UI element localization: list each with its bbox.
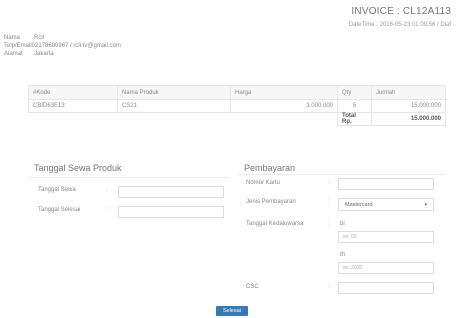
expiry-colon: : (328, 221, 330, 227)
end-date-label: Tanggal Selesai (38, 207, 81, 213)
expiry-year-label: th (340, 252, 346, 258)
card-number-label: Nomor Kartu (246, 180, 281, 186)
invoice-items-table: #Kode Nama Produk Harga Qty Jumlah CBID6… (28, 85, 446, 126)
col-header-harga: Harga (230, 85, 338, 100)
cell-produk: CS21 (117, 99, 231, 113)
card-number-input[interactable] (338, 178, 434, 190)
invoice-datetime: DateTime : 2016-05-23 01:09:56 / Diaf (348, 22, 451, 28)
payment-divider (238, 174, 446, 175)
expiry-month-label: bl (340, 221, 345, 227)
start-date-input[interactable] (118, 186, 224, 198)
chevron-down-icon: ▾ (424, 201, 427, 208)
col-header-kode: #Kode (28, 85, 118, 100)
contact-label: Telp/Email (4, 43, 32, 49)
csc-label: CSC (246, 284, 259, 290)
address-value: Jakarta (34, 51, 54, 57)
cell-kode: CBID63E13 (28, 99, 118, 113)
csc-colon: : (328, 284, 330, 290)
total-value: 15.000.000 (371, 112, 446, 126)
col-header-produk: Nama Produk (117, 85, 231, 100)
cell-qty: 5 (337, 99, 372, 113)
expiry-year-input[interactable]: ex: 2020 (338, 262, 434, 274)
start-date-colon: : (106, 187, 108, 193)
end-date-input[interactable] (118, 206, 224, 218)
card-number-colon: : (328, 180, 330, 186)
table-total-row: Total Rp. 15.000.000 (29, 112, 446, 126)
contact-value: 02178600967 / rcli.tv@gmail.com (31, 43, 121, 49)
name-value: Rcli (34, 35, 44, 41)
name-label: Nama (4, 35, 21, 41)
start-date-label: Tanggal Sewa (38, 187, 76, 193)
invoice-title: INVOICE : CL12A113 (351, 6, 451, 17)
total-label: Total Rp. (337, 112, 372, 126)
payment-type-value: Mastercard (345, 201, 373, 208)
rental-divider (28, 177, 230, 178)
expiry-month-input[interactable]: ex: 02 (338, 231, 434, 243)
finish-button[interactable]: Selesai (216, 306, 248, 316)
payment-type-select[interactable]: Mastercard ▾ (338, 198, 434, 211)
cell-harga: 3.000.000 (230, 99, 338, 113)
rental-section-title: Tanggal Sewa Produk (34, 163, 122, 173)
payment-type-label: Jenis Pembayaran (246, 199, 296, 205)
expiry-label: Tanggal Kedaluwarsa (246, 221, 304, 227)
address-label: Alamat (4, 51, 23, 57)
customer-info: Nama Rcli Telp/Email 02178600967 / rcli.tv… (4, 34, 121, 58)
col-header-jumlah: Jumlah (371, 85, 446, 100)
cell-jumlah: 15.000.000 (371, 99, 446, 113)
payment-type-colon: : (328, 199, 330, 205)
end-date-colon: : (106, 207, 108, 213)
table-row: CBID63E13 CS21 3.000.000 5 15.000.000 (28, 99, 446, 113)
csc-input[interactable] (338, 282, 434, 294)
table-header-row: #Kode Nama Produk Harga Qty Jumlah (28, 85, 446, 100)
col-header-qty: Qty (337, 85, 372, 100)
payment-section-title: Pembayaran (244, 163, 296, 173)
